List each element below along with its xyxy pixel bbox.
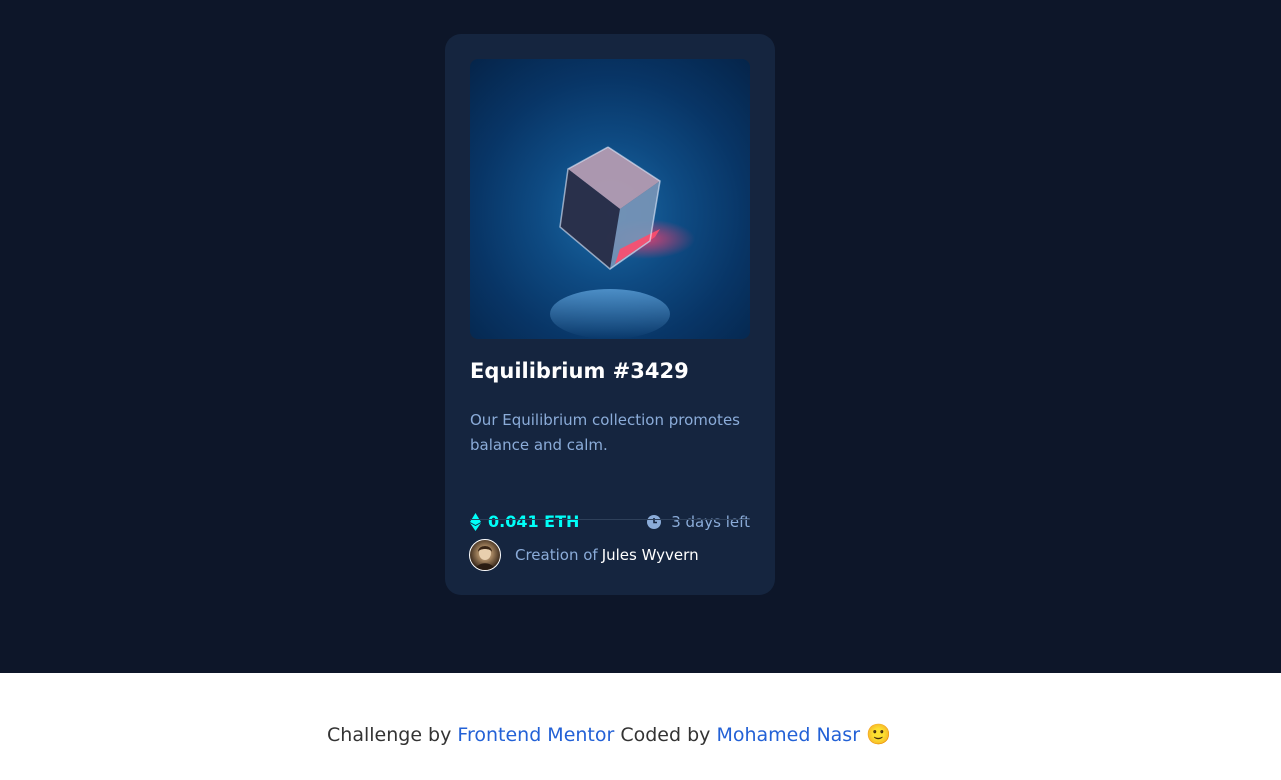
attribution: Challenge by Frontend Mentor Coded by Mo… xyxy=(0,722,1218,746)
creation-label: Creation of xyxy=(515,546,598,564)
time-left-value: 3 days left xyxy=(671,513,750,531)
footer: Challenge by Frontend Mentor Coded by Mo… xyxy=(0,673,1281,780)
coded-by-label: Coded by xyxy=(620,724,711,746)
price-value: 0.041 ETH xyxy=(488,512,580,531)
author-link[interactable]: Mohamed Nasr xyxy=(716,724,860,746)
price: 0.041 ETH xyxy=(470,512,579,531)
nft-preview-image[interactable] xyxy=(470,59,750,339)
smile-emoji-icon: 🙂 xyxy=(866,722,891,746)
time-left: 3 days left xyxy=(647,513,750,531)
clock-icon xyxy=(647,515,662,529)
main-area: Equilibrium #3429 Our Equilibrium collec… xyxy=(0,0,1281,673)
ethereum-icon xyxy=(470,512,481,531)
frontend-mentor-link[interactable]: Frontend Mentor xyxy=(457,724,614,746)
creator-row: Creation of Jules Wyvern xyxy=(469,539,699,571)
creator-avatar xyxy=(469,539,501,571)
nft-card: Equilibrium #3429 Our Equilibrium collec… xyxy=(445,34,775,595)
nft-stats: 0.041 ETH 3 days left xyxy=(470,508,750,538)
divider xyxy=(470,519,750,520)
challenge-by-label: Challenge by xyxy=(327,724,452,746)
nft-description: Our Equilibrium collection promotes bala… xyxy=(470,411,740,454)
nft-title[interactable]: Equilibrium #3429 xyxy=(470,359,689,383)
creator-name-link[interactable]: Jules Wyvern xyxy=(602,546,699,564)
